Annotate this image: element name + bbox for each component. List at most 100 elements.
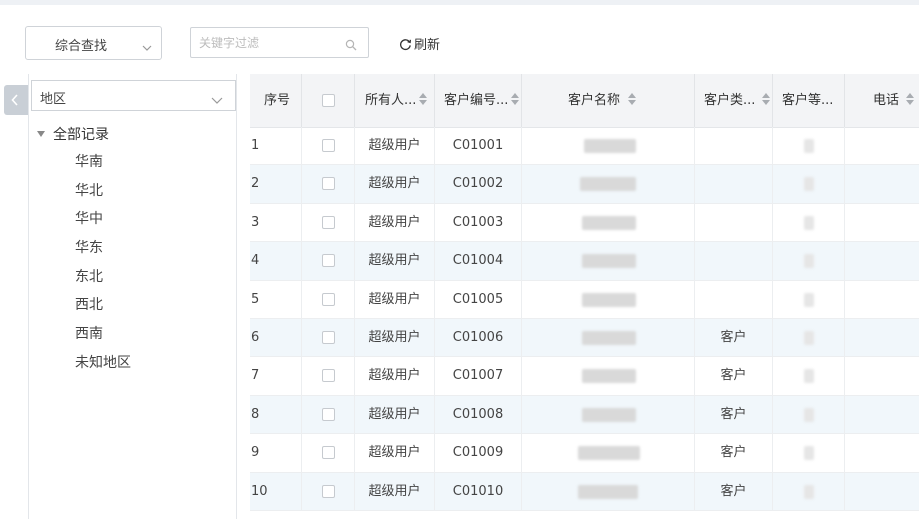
tree-item-region[interactable]: 西北 (75, 295, 131, 324)
column-header-index-label: 序号 (264, 93, 291, 108)
sort-icon[interactable] (419, 93, 428, 105)
sort-icon[interactable] (628, 93, 637, 105)
table-row[interactable]: 10 超级用户 C01010 客户 (250, 472, 919, 511)
table-row[interactable]: 9 超级用户 C01009 客户 (250, 434, 919, 473)
table-row[interactable]: 8 超级用户 C01008 客户 (250, 395, 919, 435)
tree-root-all-records[interactable]: 全部记录 (37, 124, 109, 144)
chevron-down-icon (142, 40, 152, 55)
combo-search-label: 综合查找 (55, 39, 108, 54)
tree-item-region[interactable]: 华东 (75, 238, 131, 267)
row-checkbox[interactable] (321, 215, 335, 229)
row-owner: 超级用户 (355, 472, 435, 511)
row-checkbox-cell (302, 395, 355, 434)
table-row[interactable]: 4 超级用户 C01004 (250, 242, 919, 281)
row-customer-code: C01003 (435, 203, 522, 242)
row-checkbox[interactable] (321, 292, 335, 306)
combo-search-button[interactable]: 综合查找 (25, 26, 162, 60)
tree-item-region[interactable]: 西南 (75, 324, 131, 353)
row-checkbox[interactable] (321, 446, 335, 460)
row-checkbox[interactable] (321, 484, 335, 498)
column-header-customer-level-label: 客户等... (782, 93, 834, 108)
table-row[interactable]: 6 超级用户 C01006 客户 (250, 319, 919, 358)
row-index: 10 (250, 472, 302, 511)
row-checkbox-cell (302, 357, 355, 396)
row-checkbox-cell (302, 472, 355, 511)
row-customer-level-redacted (773, 434, 845, 473)
row-checkbox-cell (302, 203, 355, 242)
row-checkbox[interactable] (321, 139, 335, 152)
row-customer-type (695, 165, 773, 204)
tree-item-region[interactable]: 华北 (75, 181, 131, 210)
row-customer-code: C01010 (435, 472, 522, 511)
table-row[interactable]: 2 超级用户 C01002 (250, 165, 919, 204)
region-select[interactable]: 地区 (31, 80, 236, 111)
row-checkbox-cell (302, 319, 355, 357)
row-phone (845, 281, 919, 319)
row-customer-name-redacted (522, 357, 695, 396)
row-checkbox[interactable] (321, 177, 335, 191)
row-index: 5 (250, 280, 302, 319)
row-customer-type: 客户 (695, 357, 773, 396)
column-header-owner[interactable]: 所有人... (355, 74, 435, 127)
row-checkbox[interactable] (321, 407, 335, 421)
row-index: 2 (250, 165, 302, 204)
row-checkbox[interactable] (321, 331, 335, 344)
row-customer-type (695, 203, 773, 242)
region-list: 华南 华北 华中 华东 东北 西北 西南 未知地区 (75, 152, 131, 382)
row-customer-code: C01005 (435, 280, 522, 319)
table-row[interactable]: 5 超级用户 C01005 (250, 280, 919, 319)
row-customer-name-redacted (522, 395, 695, 434)
row-owner: 超级用户 (355, 319, 435, 357)
row-checkbox[interactable] (321, 254, 335, 268)
row-index: 1 (250, 127, 302, 165)
column-header-customer-level[interactable]: 客户等... (773, 74, 845, 127)
column-header-customer-name[interactable]: 客户名称 (522, 74, 695, 127)
refresh-icon (400, 39, 412, 51)
row-checkbox-cell (302, 280, 355, 319)
row-customer-name-redacted (522, 319, 695, 357)
tree-item-region[interactable]: 东北 (75, 267, 131, 296)
column-header-phone[interactable]: 电话 (845, 74, 919, 127)
sort-icon[interactable] (906, 93, 915, 105)
sort-icon[interactable] (511, 93, 520, 105)
row-customer-type (695, 280, 773, 319)
row-phone (845, 204, 919, 242)
sort-icon[interactable] (762, 93, 771, 105)
row-index: 6 (250, 319, 302, 357)
chevron-left-icon (11, 94, 18, 106)
row-owner: 超级用户 (355, 395, 435, 434)
refresh-button[interactable]: 刷新 (399, 34, 440, 53)
search-icon[interactable] (345, 36, 357, 55)
table-row[interactable]: 3 超级用户 C01003 (250, 203, 919, 243)
row-customer-level-redacted (773, 395, 845, 434)
tree-item-region[interactable]: 华南 (75, 152, 131, 181)
caret-down-icon[interactable] (37, 131, 45, 137)
row-phone (845, 165, 919, 203)
row-customer-type (695, 242, 773, 281)
row-customer-name-redacted (522, 472, 695, 511)
row-customer-name-redacted (522, 165, 695, 204)
row-customer-code: C01009 (435, 434, 522, 473)
region-select-value: 地区 (40, 92, 67, 107)
column-header-owner-label: 所有人... (365, 93, 417, 108)
select-all-checkbox[interactable] (321, 94, 335, 107)
row-checkbox[interactable] (321, 369, 335, 383)
collapse-panel-button[interactable] (4, 85, 28, 115)
row-owner: 超级用户 (355, 434, 435, 473)
row-customer-code: C01008 (435, 395, 522, 434)
row-customer-name-redacted (522, 242, 695, 281)
column-header-customer-type[interactable]: 客户类... (695, 74, 773, 127)
row-customer-code: C01001 (435, 127, 522, 165)
keyword-filter-input[interactable] (199, 33, 339, 52)
tree-item-region[interactable]: 华中 (75, 209, 131, 238)
tree-item-region[interactable]: 未知地区 (75, 353, 131, 382)
row-checkbox-cell (302, 127, 355, 165)
keyword-filter-box[interactable] (190, 27, 369, 58)
row-owner: 超级用户 (355, 203, 435, 242)
table-row[interactable]: 7 超级用户 C01007 客户 (250, 357, 919, 396)
column-header-customer-code[interactable]: 客户编号... (435, 74, 522, 127)
row-customer-name-redacted (522, 127, 695, 165)
grid-header: 序号 所有人... 客户编号... 客户名称 客户类... 客户等... 电话 (250, 74, 919, 128)
table-row[interactable]: 1 超级用户 C01001 (250, 127, 919, 166)
row-phone (845, 473, 919, 511)
